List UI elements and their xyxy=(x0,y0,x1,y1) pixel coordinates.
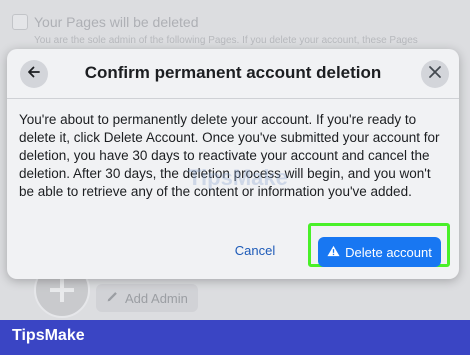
pencil-icon xyxy=(106,290,119,306)
warning-triangle-icon xyxy=(327,245,340,260)
add-admin-button[interactable]: Add Admin xyxy=(96,284,198,312)
cancel-button[interactable]: Cancel xyxy=(221,235,289,265)
notice-title: Your Pages will be deleted xyxy=(34,14,199,30)
delete-account-label: Delete account xyxy=(345,244,432,260)
dialog-title: Confirm permanent account deletion xyxy=(84,63,382,82)
brand-logo: TipsMake xyxy=(12,327,85,344)
footer-bar: TipsMake xyxy=(0,320,470,355)
close-icon xyxy=(428,65,442,84)
watermark-logo: TipsMake xyxy=(188,165,288,190)
notice-checkbox[interactable] xyxy=(12,14,28,30)
add-admin-label: Add Admin xyxy=(125,290,188,306)
close-button[interactable] xyxy=(421,60,449,88)
confirm-deletion-dialog: Confirm permanent account deletion You'r… xyxy=(7,49,459,279)
notice-subtitle: You are the sole admin of the following … xyxy=(34,35,418,46)
dialog-header: Confirm permanent account deletion xyxy=(7,49,459,99)
delete-account-button[interactable]: Delete account xyxy=(318,237,441,267)
